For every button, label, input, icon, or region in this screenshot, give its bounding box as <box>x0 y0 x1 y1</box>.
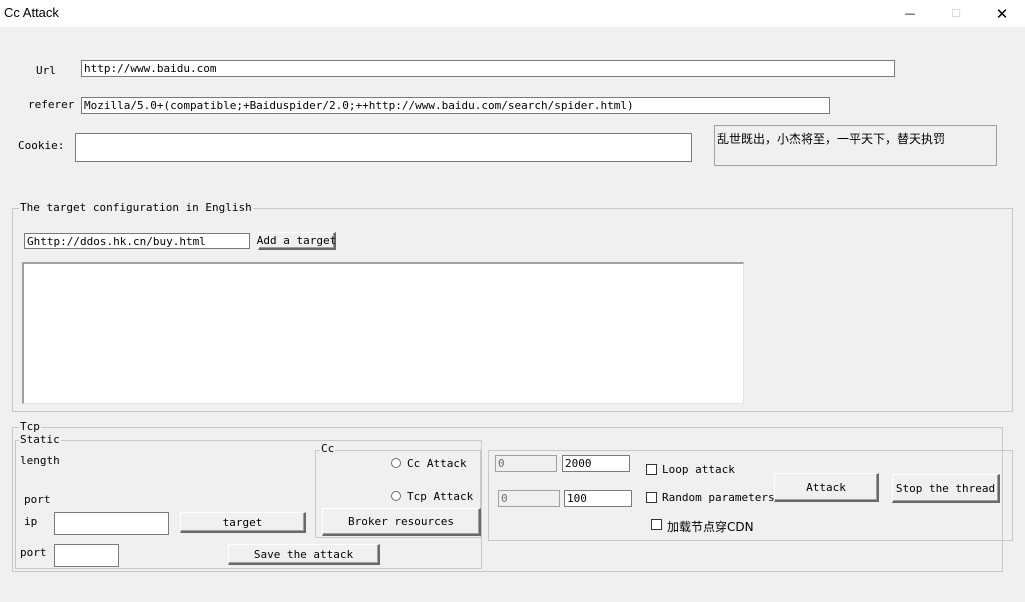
random-params-checkbox[interactable] <box>646 492 657 503</box>
tcp-attack-radio[interactable] <box>391 491 401 501</box>
ip-input[interactable] <box>54 512 169 535</box>
slogan-text: 乱世既出，小杰将至，一平天下，替天执罚 <box>717 132 946 146</box>
length-label: length <box>20 454 60 467</box>
url-input[interactable]: http://www.baidu.com <box>81 60 895 77</box>
loop-attack-label: Loop attack <box>662 463 735 476</box>
save-attack-button[interactable]: Save the attack <box>228 544 380 565</box>
param2-disabled-field: 0 <box>498 490 560 507</box>
title-bar <box>0 0 1025 27</box>
ip-label: ip <box>24 515 38 528</box>
attack-button[interactable]: Attack <box>774 473 879 502</box>
static-legend: Static <box>19 433 61 446</box>
target-list[interactable] <box>22 262 744 404</box>
target-url-input[interactable]: Ghttp://ddos.hk.cn/buy.html <box>24 233 250 249</box>
broker-resources-button[interactable]: Broker resources <box>322 508 481 536</box>
port-label: port <box>20 546 47 559</box>
param2-input[interactable]: 100 <box>564 490 632 507</box>
cdn-checkbox[interactable] <box>651 519 662 530</box>
close-button[interactable]: ✕ <box>979 0 1025 27</box>
random-params-label: Random parameters <box>662 491 775 504</box>
cc-attack-radio[interactable] <box>391 458 401 468</box>
minimize-button[interactable]: — <box>887 0 933 27</box>
target-config-legend: The target configuration in English <box>19 201 253 214</box>
stop-thread-button[interactable]: Stop the thread <box>892 474 1000 503</box>
tcp-legend: Tcp <box>19 420 41 433</box>
window-title: Cc Attack <box>4 5 59 20</box>
referer-label: referer <box>28 98 75 111</box>
loop-attack-checkbox[interactable] <box>646 464 657 475</box>
add-target-button[interactable]: Add a target <box>257 232 336 250</box>
cookie-input[interactable] <box>75 133 692 162</box>
cc-legend: Cc <box>320 442 336 455</box>
maximize-button[interactable]: ☐ <box>933 0 979 27</box>
url-label: Url <box>36 64 56 77</box>
cc-attack-label: Cc Attack <box>407 457 467 470</box>
port-input[interactable] <box>54 544 119 567</box>
param1-input[interactable]: 2000 <box>562 455 630 472</box>
port-label-top: port <box>24 493 51 506</box>
referer-input[interactable]: Mozilla/5.0+(compatible;+Baiduspider/2.0… <box>81 97 830 114</box>
cookie-label: Cookie: <box>18 139 65 152</box>
target-button[interactable]: target <box>180 512 306 533</box>
tcp-attack-label: Tcp Attack <box>407 490 474 503</box>
param1-disabled-field: 0 <box>495 455 557 472</box>
cdn-label: 加载节点穿CDN <box>667 520 754 534</box>
